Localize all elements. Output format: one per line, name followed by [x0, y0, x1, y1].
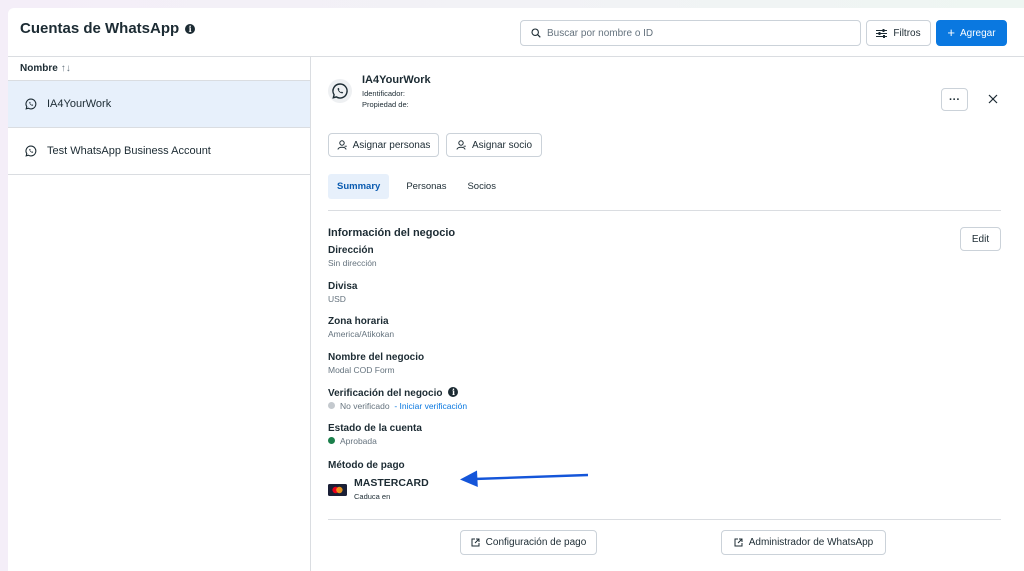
field-label: Verificación del negocio i: [328, 387, 467, 400]
assign-partner-label: Asignar socio: [471, 139, 533, 151]
payment-config-button[interactable]: Configuración de pago: [460, 530, 597, 555]
external-link-icon: [734, 538, 743, 547]
partner-icon: [456, 140, 466, 150]
field-label: Dirección: [328, 245, 374, 256]
info-icon[interactable]: i: [185, 24, 196, 34]
tab-summary[interactable]: Summary: [328, 174, 390, 199]
account-owner-label: Propiedad de:: [362, 100, 409, 109]
account-details: IA4YourWork Identificador: Propiedad de:…: [312, 57, 1024, 571]
section-title: Información del negocio: [328, 227, 456, 239]
filters-button[interactable]: Filtros: [866, 20, 931, 46]
field-timezone: Zona horaria America/Atikokan: [328, 316, 394, 341]
field-label: Estado de la cuenta: [328, 423, 422, 434]
field-account-status: Estado de la cuenta Aprobada: [328, 423, 422, 448]
field-value: Modal COD Form: [328, 365, 395, 375]
more-options-button[interactable]: ···: [941, 88, 968, 111]
whatsapp-admin-button[interactable]: Administrador de WhatsApp: [721, 530, 886, 555]
account-status: Aprobada: [340, 436, 377, 446]
page-title: Cuentas de WhatsApp i: [20, 20, 196, 37]
list-item-label: IA4YourWork: [47, 98, 112, 110]
field-verification: Verificación del negocio i No verificado …: [328, 387, 467, 413]
add-label: Agregar: [960, 27, 996, 39]
payment-config-label: Configuración de pago: [485, 537, 587, 548]
plus-icon: +: [947, 25, 955, 40]
field-address: Dirección Sin dirección: [328, 245, 377, 270]
whatsapp-icon: [328, 79, 352, 103]
search-icon: [531, 28, 541, 38]
info-icon[interactable]: i: [448, 387, 459, 397]
detail-tabs: Summary Personas Socios: [328, 174, 505, 199]
field-business-name: Nombre del negocio Modal COD Form: [328, 352, 424, 377]
filters-label: Filtros: [893, 27, 921, 39]
tabs-divider: [328, 210, 1001, 211]
assign-people-button[interactable]: Asignar personas: [328, 133, 439, 157]
card-expiry-label: Caduca en: [354, 492, 391, 501]
list-column-header[interactable]: Nombre ↑↓: [8, 57, 310, 81]
list-item[interactable]: Test WhatsApp Business Account: [8, 128, 310, 175]
verification-status: No verificado: [340, 401, 390, 411]
search-input[interactable]: [547, 27, 847, 39]
external-link-icon: [471, 538, 480, 547]
accounts-list: Nombre ↑↓ IA4YourWork Test WhatsApp Busin…: [8, 57, 311, 571]
card-brand: MASTERCARD: [354, 477, 429, 489]
field-value: Sin dirección: [328, 258, 377, 268]
tab-socios[interactable]: Socios: [458, 174, 505, 199]
field-value: Aprobada: [328, 435, 422, 448]
page-header: Cuentas de WhatsAppi Filtros + Agregar: [8, 8, 1024, 57]
search-box[interactable]: [520, 20, 861, 46]
list-item[interactable]: IA4YourWork: [8, 81, 310, 128]
field-currency: Divisa USD: [328, 281, 357, 306]
field-value: USD: [328, 294, 346, 304]
mastercard-icon: [328, 484, 347, 496]
assign-people-label: Asignar personas: [352, 139, 431, 151]
account-name: IA4YourWork: [362, 74, 431, 86]
status-dot-icon: [328, 437, 335, 444]
assign-partner-button[interactable]: Asignar socio: [446, 133, 542, 157]
field-value: No verificado - Iniciar verificación: [328, 400, 467, 413]
start-verification-link[interactable]: - Iniciar verificación: [394, 401, 467, 411]
edit-button[interactable]: Edit: [960, 227, 1001, 251]
close-icon[interactable]: [984, 90, 1002, 108]
list-item-label: Test WhatsApp Business Account: [47, 145, 211, 157]
field-value: America/Atikokan: [328, 329, 395, 339]
tab-personas[interactable]: Personas: [397, 174, 455, 199]
add-button[interactable]: + Agregar: [936, 20, 1007, 46]
payment-card: MASTERCARD Caduca en: [328, 477, 429, 501]
field-label: Zona horaria: [328, 316, 389, 327]
whatsapp-icon: [25, 145, 37, 157]
footer-divider: [328, 519, 1001, 520]
whatsapp-icon: [25, 98, 37, 110]
field-label: Divisa: [328, 281, 358, 292]
sort-icon[interactable]: ↑↓: [61, 63, 71, 74]
field-label: Nombre del negocio: [328, 352, 425, 363]
field-label: Método de pago: [328, 460, 405, 471]
arrow-annotation-icon: [460, 470, 589, 487]
whatsapp-accounts-panel: Cuentas de WhatsAppi Filtros + Agregar: [8, 8, 1024, 571]
account-id-label: Identificador:: [362, 89, 405, 98]
field-payment-method: Método de pago: [328, 460, 405, 472]
person-icon: [337, 140, 347, 150]
status-dot-icon: [328, 402, 335, 409]
sliders-icon: [876, 28, 888, 38]
whatsapp-admin-label: Administrador de WhatsApp: [748, 537, 874, 548]
